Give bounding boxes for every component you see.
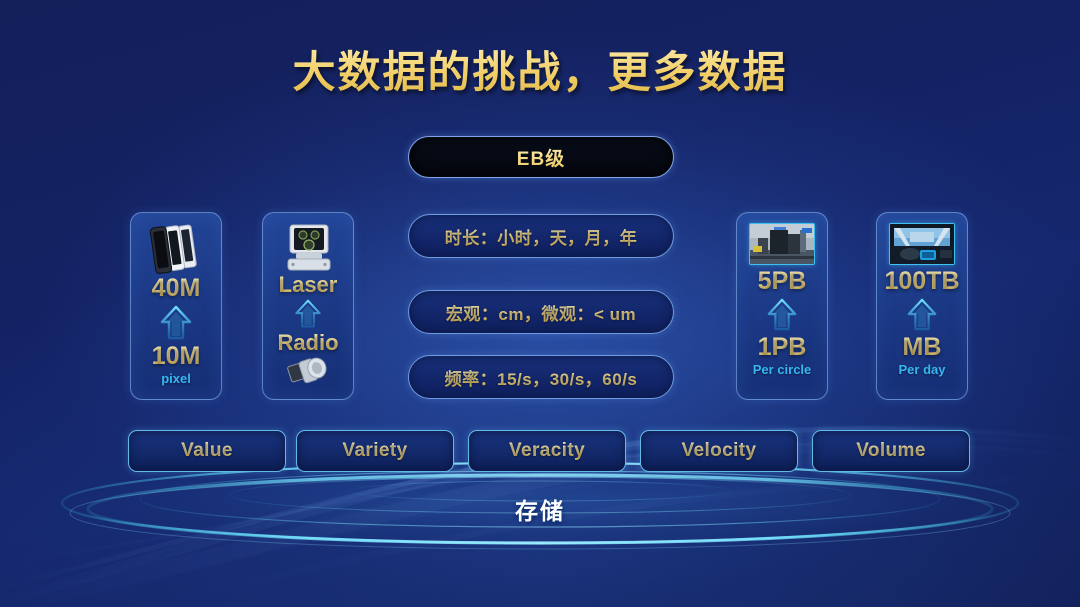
attribute-pill-scale-label: 宏观：cm，微观：< um bbox=[446, 300, 636, 325]
card-resolution[interactable]: 40M 10M pixel bbox=[130, 212, 222, 400]
card-storage-circle-top-value: 5PB bbox=[757, 267, 807, 295]
attribute-pill-frequency-label: 频率：15/s，30/s，60/s bbox=[445, 365, 638, 390]
eb-level-badge-label: EB级 bbox=[517, 144, 565, 171]
card-resolution-bottom-value: 10M bbox=[151, 341, 201, 370]
card-storage-day-bottom-value: MB bbox=[902, 332, 942, 361]
card-storage-circle[interactable]: 5PB 1PB Per circle bbox=[736, 212, 828, 400]
up-arrow-icon bbox=[767, 298, 797, 330]
industrial-photo bbox=[749, 223, 815, 265]
card-resolution-top-value: 40M bbox=[151, 274, 201, 302]
v-pill-velocity[interactable]: Velocity bbox=[640, 430, 798, 472]
up-arrow-icon bbox=[295, 299, 321, 328]
card-sensor-bottom-value: Radio bbox=[277, 330, 339, 356]
v-attributes-row: Value Variety Veracity Velocity Volume bbox=[128, 430, 973, 472]
card-storage-day[interactable]: 100TB MB Per day bbox=[876, 212, 968, 400]
attribute-pill-duration[interactable]: 时长：小时，天，月，年 bbox=[408, 214, 674, 258]
page-title: 大数据的挑战，更多数据 bbox=[0, 38, 1080, 100]
v-pill-veracity[interactable]: Veracity bbox=[468, 430, 626, 472]
card-storage-day-top-value: 100TB bbox=[884, 267, 960, 295]
v-pill-value[interactable]: Value bbox=[128, 430, 286, 472]
v-pill-velocity-label: Velocity bbox=[681, 440, 757, 461]
smartphones-icon bbox=[149, 224, 197, 274]
eb-level-badge[interactable]: EB级 bbox=[408, 136, 674, 178]
slide-canvas: 大数据的挑战，更多数据 EB级 40M 10M pixel Laser Radi… bbox=[0, 0, 1080, 607]
card-sensor[interactable]: Laser Radio bbox=[262, 212, 354, 400]
v-pill-variety-label: Variety bbox=[342, 440, 408, 461]
attribute-pill-duration-label: 时长：小时，天，月，年 bbox=[445, 224, 638, 249]
card-storage-circle-unit: Per circle bbox=[752, 362, 812, 377]
card-sensor-top-value: Laser bbox=[278, 272, 338, 297]
lidar-icon bbox=[287, 224, 331, 271]
v-pill-variety[interactable]: Variety bbox=[296, 430, 454, 472]
card-storage-day-unit: Per day bbox=[898, 362, 946, 377]
v-pill-veracity-label: Veracity bbox=[508, 440, 586, 461]
card-storage-circle-bottom-value: 1PB bbox=[757, 332, 807, 361]
car-interior-photo bbox=[889, 223, 955, 265]
card-resolution-unit: pixel bbox=[161, 371, 191, 386]
radar-sensor-icon bbox=[287, 357, 327, 384]
v-pill-volume[interactable]: Volume bbox=[812, 430, 970, 472]
up-arrow-icon bbox=[160, 305, 192, 339]
attribute-pill-scale[interactable]: 宏观：cm，微观：< um bbox=[408, 290, 674, 334]
up-arrow-icon bbox=[907, 298, 937, 330]
v-pill-value-label: Value bbox=[181, 440, 233, 461]
v-pill-volume-label: Volume bbox=[856, 440, 926, 461]
storage-label: 存储 bbox=[515, 498, 565, 524]
attribute-pill-frequency[interactable]: 频率：15/s，30/s，60/s bbox=[408, 355, 674, 399]
